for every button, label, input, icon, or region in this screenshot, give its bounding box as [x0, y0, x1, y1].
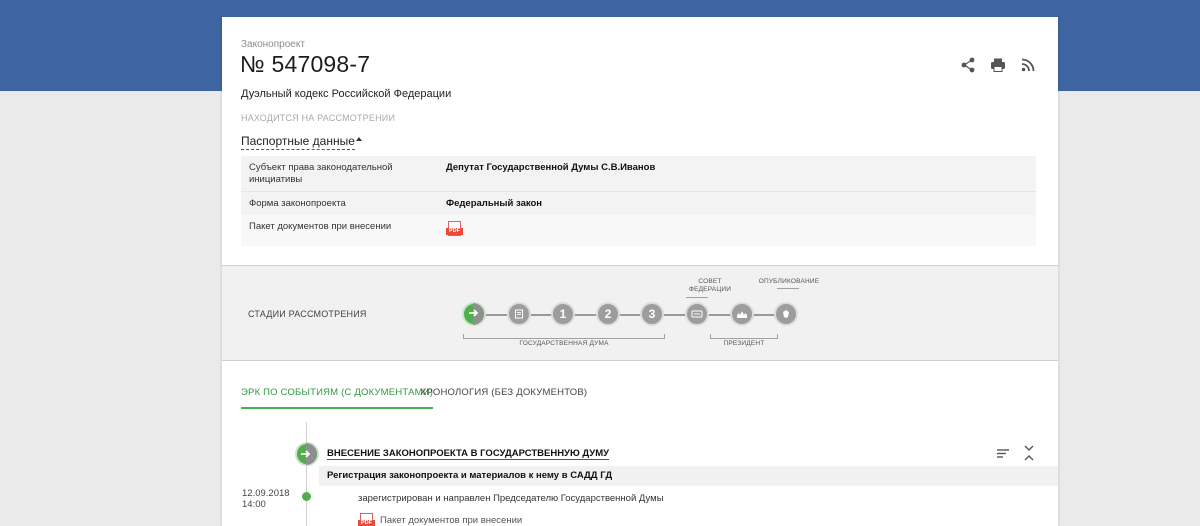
stage-federation-council[interactable] [685, 302, 709, 326]
stages-panel: СТАДИИ РАССМОТРЕНИЯ СОВЕТ ФЕДЕРАЦИИ ОПУБ… [222, 265, 1058, 361]
stage-publication[interactable] [774, 302, 798, 326]
event-document-link[interactable]: Пакет документов при внесении [380, 515, 522, 526]
event-date: 12.09.2018 [242, 488, 290, 499]
collapse-icon[interactable] [1022, 445, 1036, 461]
duma-bracket [463, 334, 665, 339]
event-subtitle: Регистрация законопроекта и материалов к… [327, 470, 613, 481]
passport-value: Федеральный закон [446, 198, 543, 209]
events-timeline: ВНЕСЕНИЕ ЗАКОНОПРОЕКТА В ГОСУДАРСТВЕННУЮ… [222, 422, 1058, 526]
council-bracket [686, 297, 708, 301]
passport-row: Форма законопроекта Федеральный закон [241, 191, 1036, 214]
stage-introduction[interactable] [462, 302, 486, 326]
publication-bracket [777, 288, 799, 292]
passport-key: Пакет документов при внесении [249, 221, 392, 232]
stage-president[interactable] [730, 302, 754, 326]
bill-card: Законопроект № 547098-7 Дуэльный кодекс … [222, 17, 1058, 526]
event-document[interactable]: PDF Пакет документов при внесении [358, 513, 522, 526]
president-bracket [710, 334, 778, 339]
stage-preliminary[interactable] [507, 302, 531, 326]
event-dot [302, 492, 311, 501]
tab-chronology[interactable]: ХРОНОЛОГИЯ (БЕЗ ДОКУМЕНТОВ) [420, 387, 587, 398]
bill-name: Дуэльный кодекс Российской Федерации [241, 88, 452, 100]
stages-label: СТАДИИ РАССМОТРЕНИЯ [248, 309, 367, 319]
print-icon[interactable] [990, 57, 1006, 73]
pdf-icon[interactable]: PDF [358, 513, 375, 526]
tab-events[interactable]: ЭРК ПО СОБЫТИЯМ (С ДОКУМЕНТАМИ) [241, 387, 434, 409]
pdf-icon[interactable]: PDF [446, 221, 463, 236]
event-title[interactable]: ВНЕСЕНИЕ ЗАКОНОПРОЕКТА В ГОСУДАРСТВЕННУЮ… [327, 448, 610, 460]
stage-reading-1[interactable]: 1 [551, 302, 575, 326]
event-time: 14:00 [242, 499, 266, 510]
event-stage-icon [295, 442, 319, 466]
passport-key: Форма законопроекта [249, 198, 346, 209]
stage-caption-president: ПРЕЗИДЕНТ [723, 340, 765, 347]
timeline-controls [996, 445, 1036, 461]
passport-table: Субъект права законодательной инициативы… [241, 156, 1036, 246]
caret-up-icon[interactable] [356, 137, 362, 141]
passport-value: PDF [446, 221, 463, 239]
timeline-line [306, 422, 307, 526]
passport-toggle[interactable]: Паспортные данные [241, 134, 355, 150]
passport-key: Субъект права законодательной инициативы [249, 162, 393, 185]
stage-reading-2[interactable]: 2 [596, 302, 620, 326]
share-icon[interactable] [960, 57, 976, 73]
bill-status: НАХОДИТСЯ НА РАССМОТРЕНИИ [241, 113, 396, 123]
action-toolbar [960, 57, 1036, 73]
event-datetime: 12.09.2018 14:00 [242, 488, 290, 510]
bill-number: № 547098-7 [240, 51, 371, 77]
stage-reading-3[interactable]: 3 [640, 302, 664, 326]
stage-caption-council: СОВЕТ ФЕДЕРАЦИИ [688, 278, 732, 293]
passport-value: Депутат Государственной Думы С.В.Иванов [446, 162, 656, 173]
event-description: зарегистрирован и направлен Председателю… [358, 493, 664, 504]
passport-row: Пакет документов при внесении PDF [241, 215, 1036, 246]
sort-icon[interactable] [996, 445, 1010, 461]
rss-icon[interactable] [1020, 57, 1036, 73]
bill-kicker: Законопроект [241, 39, 305, 50]
stage-caption-duma: ГОСУДАРСТВЕННАЯ ДУМА [519, 340, 609, 347]
stage-caption-publication: ОПУБЛИКОВАНИЕ [758, 278, 820, 285]
